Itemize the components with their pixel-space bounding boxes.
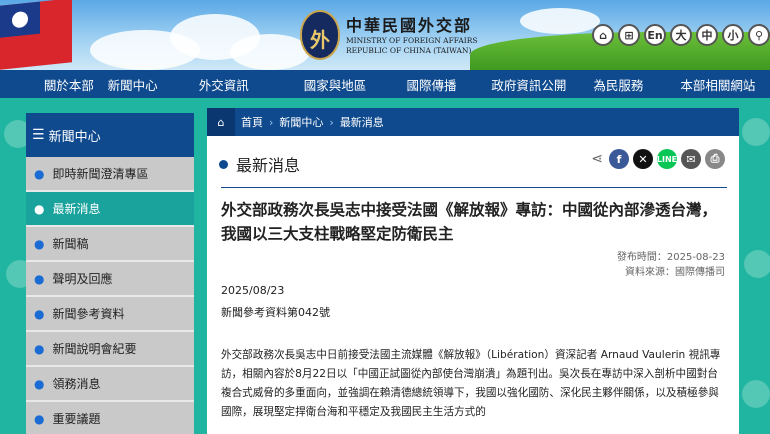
main-content: ⌂ 首頁 › 新聞中心 › 最新消息 最新消息 ⋖ f ✕ LINE ✉ ⎙ 外… (207, 108, 739, 434)
menu-icon: ☰ (32, 127, 45, 143)
font-small-button[interactable]: 小 (722, 24, 744, 46)
bullet-icon: ● (34, 201, 45, 216)
nav-item-foreign-info[interactable]: 外交資訊 (170, 75, 278, 94)
home-icon[interactable]: ⌂ (592, 24, 614, 46)
nav-item-related-sites[interactable]: 本部相關網站 (666, 75, 770, 94)
bullet-icon: ● (34, 271, 45, 286)
share-bar: ⋖ f ✕ LINE ✉ ⎙ (591, 149, 725, 169)
section-title: 最新消息 (219, 152, 300, 176)
sidebar-item-reference[interactable]: ● 新聞參考資料 (26, 297, 194, 332)
search-icon[interactable]: ⚲ (748, 24, 770, 46)
logo-subtitle-en: REPUBLIC OF CHINA (TAIWAN) (346, 46, 472, 55)
main-nav: 關於本部 新聞中心 外交資訊 國家與地區 國際傳播 政府資訊公開 為民服務 本部… (0, 70, 770, 98)
roc-flag-image (0, 0, 72, 70)
title-bullet-icon (219, 159, 228, 169)
print-icon[interactable]: ⎙ (705, 149, 725, 169)
site-header: 外 中華民國外交部 MINISTRY OF FOREIGN AFFAIRS RE… (0, 0, 770, 70)
x-icon[interactable]: ✕ (633, 149, 653, 169)
publish-date: 發布時間：2025-08-23 (616, 252, 725, 263)
bullet-icon: ● (34, 411, 45, 426)
nav-item-intl-comm[interactable]: 國際傳播 (394, 75, 469, 94)
sidebar-item-latest-news[interactable]: ● 最新消息 (26, 192, 194, 227)
bullet-icon: ● (34, 376, 45, 391)
breadcrumb: ⌂ 首頁 › 新聞中心 › 最新消息 (207, 108, 739, 136)
nav-item-gov-info[interactable]: 政府資訊公開 (475, 75, 583, 94)
bullet-icon: ● (34, 341, 45, 356)
sidebar-item-consular[interactable]: ● 領務消息 (26, 367, 194, 402)
article-meta: 發布時間：2025-08-23 資料來源：國際傳播司 (617, 250, 725, 280)
breadcrumb-current[interactable]: 最新消息 (340, 114, 384, 130)
decorative-flower (742, 118, 770, 146)
bullet-icon: ● (34, 236, 45, 251)
sidebar-item-clarification[interactable]: ● 即時新聞澄清專區 (26, 157, 194, 192)
nav-item-news[interactable]: 新聞中心 (108, 75, 158, 94)
email-icon[interactable]: ✉ (681, 149, 701, 169)
logo-title-zh: 中華民國外交部 (346, 16, 473, 35)
mofa-logo[interactable]: 外 中華民國外交部 MINISTRY OF FOREIGN AFFAIRS RE… (300, 6, 485, 64)
logo-title-en: MINISTRY OF FOREIGN AFFAIRS (346, 36, 478, 45)
sidebar-item-briefings[interactable]: ● 新聞說明會紀要 (26, 332, 194, 367)
article-body: 外交部政務次長吳志中日前接受法國主流媒體《解放報》（Libération）資深記… (221, 349, 721, 418)
share-icon[interactable]: ⋖ (591, 151, 603, 167)
english-button[interactable]: En (644, 24, 666, 46)
facebook-icon[interactable]: f (609, 149, 629, 169)
sidebar-item-press-release[interactable]: ● 新聞稿 (26, 227, 194, 262)
reference-number: 新聞參考資料第042號 (221, 306, 330, 319)
breadcrumb-separator: › (329, 115, 334, 129)
bullet-icon: ● (34, 166, 45, 181)
title-divider (221, 187, 727, 188)
font-large-button[interactable]: 大 (670, 24, 692, 46)
sidebar-item-statements[interactable]: ● 聲明及回應 (26, 262, 194, 297)
source: 資料來源：國際傳播司 (625, 267, 725, 278)
nav-item-countries[interactable]: 國家與地區 (286, 75, 384, 94)
sitemap-icon[interactable]: ⊞ (618, 24, 640, 46)
bullet-icon: ● (34, 306, 45, 321)
breadcrumb-separator: › (269, 115, 274, 129)
article-date: 2025/08/23 (221, 284, 285, 297)
header-toolbar: ⌂ ⊞ En 大 中 小 ⚲ (592, 24, 770, 46)
breadcrumb-home[interactable]: 首頁 (241, 114, 263, 130)
decorative-flower (742, 380, 770, 408)
decorative-flower (744, 250, 770, 278)
nav-item-public-service[interactable]: 為民服務 (583, 75, 654, 94)
mofa-seal-icon: 外 (300, 10, 340, 60)
sidebar: ☰ 新聞中心 ● 即時新聞澄清專區 ● 最新消息 ● 新聞稿 ● 聲明及回應 ● 新聞參考… (26, 113, 194, 434)
font-medium-button[interactable]: 中 (696, 24, 718, 46)
sidebar-item-issues[interactable]: ● 重要議題 (26, 402, 194, 434)
home-icon[interactable]: ⌂ (207, 108, 235, 136)
breadcrumb-news[interactable]: 新聞中心 (279, 114, 323, 130)
sidebar-title: ☰ 新聞中心 (26, 113, 194, 157)
article-headline: 外交部政務次長吳志中接受法國《解放報》專訪：中國從內部滲透台灣，我國以三大支柱戰… (221, 201, 718, 243)
line-icon[interactable]: LINE (657, 149, 677, 169)
